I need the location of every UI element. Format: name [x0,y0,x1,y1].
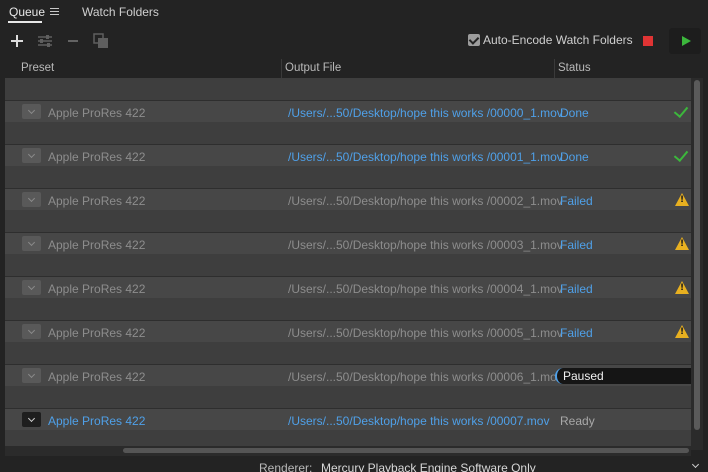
start-queue-button[interactable] [669,28,701,54]
renderer-dropdown[interactable]: Mercury Playback Engine Software Only [316,460,702,472]
chevron-down-icon[interactable] [22,236,41,251]
renderer-label: Renderer: [259,461,313,472]
queue-row[interactable]: Apple ProRes 422 /Users/...50/Desktop/ho… [5,232,691,254]
queue-row[interactable]: Apple ProRes 422 /Users/...50/Desktop/ho… [5,276,691,298]
column-preset[interactable]: Preset [21,62,54,74]
chevron-down-icon [691,460,700,469]
horizontal-scroll-thumb[interactable] [123,448,689,453]
checkmark-icon [673,102,689,119]
plus-icon[interactable] [8,32,26,50]
chevron-down-icon[interactable] [22,148,41,163]
column-output-file[interactable]: Output File [285,62,341,74]
chevron-down-icon[interactable] [22,104,41,119]
row-output-file-link[interactable]: /Users/...50/Desktop/hope this works /00… [288,106,563,120]
column-divider[interactable] [281,59,282,78]
row-status: Ready [560,414,595,428]
row-status[interactable]: Failed [560,326,593,340]
active-tab-indicator [8,21,42,23]
row-preset[interactable]: Apple ProRes 422 [48,370,145,384]
row-preset[interactable]: Apple ProRes 422 [48,414,145,428]
warning-icon [675,237,689,250]
queue-row[interactable]: Apple ProRes 422 /Users/...50/Desktop/ho… [5,320,691,342]
row-preset[interactable]: Apple ProRes 422 [48,326,145,340]
chevron-down-icon[interactable] [22,412,41,427]
row-preset[interactable]: Apple ProRes 422 [48,238,145,252]
preset-settings-icon[interactable] [36,32,54,50]
queue-row[interactable]: Apple ProRes 422 /Users/...50/Desktop/ho… [5,364,691,386]
vertical-scroll-thumb[interactable] [694,80,700,430]
renderer-bar: Renderer: Mercury Playback Engine Softwa… [0,458,708,472]
row-output-file[interactable]: /Users/...50/Desktop/hope this works /00… [288,370,563,384]
column-status[interactable]: Status [558,62,591,74]
queue-column-header: Preset Output File Status [0,59,708,78]
queue-row[interactable]: Apple ProRes 422 /Users/...50/Desktop/ho… [5,100,691,122]
renderer-value: Mercury Playback Engine Software Only [321,461,536,472]
warning-icon [675,325,689,338]
auto-encode-label: Auto-Encode Watch Folders [483,33,633,47]
tab-watch-folders[interactable]: Watch Folders [82,5,159,19]
row-output-file-link[interactable]: /Users/...50/Desktop/hope this works /00… [288,150,563,164]
chevron-down-icon[interactable] [22,280,41,295]
status-paused-badge[interactable]: Paused [555,368,691,384]
warning-icon [675,281,689,294]
row-output-file[interactable]: /Users/...50/Desktop/hope this works /00… [288,194,563,208]
warning-icon [675,193,689,206]
panel-menu-icon[interactable] [50,8,59,16]
panel-tabs: Queue Watch Folders [0,0,708,24]
row-output-file[interactable]: /Users/...50/Desktop/hope this works /00… [288,326,563,340]
tab-queue[interactable]: Queue [9,5,45,19]
minus-icon[interactable] [64,32,82,50]
row-status[interactable]: Failed [560,238,593,252]
row-preset[interactable]: Apple ProRes 422 [48,194,145,208]
row-status: Done [560,106,589,120]
checkmark-icon [673,146,689,163]
queue-row[interactable]: Apple ProRes 422 /Users/...50/Desktop/ho… [5,188,691,210]
queue-list: Apple ProRes 422 /Users/...50/Desktop/ho… [5,78,691,450]
stop-queue-button[interactable] [643,36,653,46]
horizontal-scrollbar[interactable] [5,446,691,456]
row-status: Paused [563,369,604,383]
row-preset[interactable]: Apple ProRes 422 [48,282,145,296]
row-output-file[interactable]: /Users/...50/Desktop/hope this works /00… [288,282,563,296]
row-preset[interactable]: Apple ProRes 422 [48,150,145,164]
chevron-down-icon[interactable] [22,192,41,207]
row-status[interactable]: Failed [560,194,593,208]
row-status[interactable]: Failed [560,282,593,296]
queue-row[interactable]: Apple ProRes 422 /Users/...50/Desktop/ho… [5,144,691,166]
row-status: Done [560,150,589,164]
column-divider[interactable] [554,59,555,78]
queue-row[interactable]: Apple ProRes 422 /Users/...50/Desktop/ho… [5,408,691,430]
row-output-file[interactable]: /Users/...50/Desktop/hope this works /00… [288,238,563,252]
auto-encode-checkbox[interactable] [468,34,480,46]
duplicate-icon[interactable] [92,32,110,50]
row-preset[interactable]: Apple ProRes 422 [48,106,145,120]
vertical-scrollbar[interactable] [691,78,703,450]
row-output-file-link[interactable]: /Users/...50/Desktop/hope this works /00… [288,414,549,428]
chevron-down-icon[interactable] [22,324,41,339]
chevron-down-icon[interactable] [22,368,41,383]
